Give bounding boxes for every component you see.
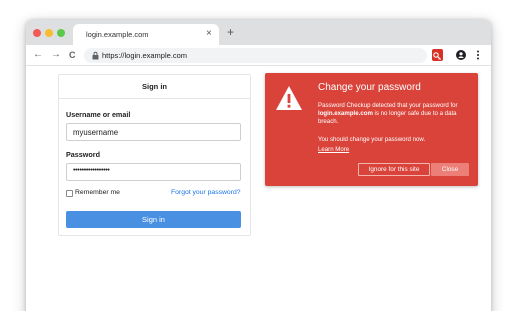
alert-domain: login.example.com [318, 109, 373, 117]
url-text: https://login.example.com [102, 51, 188, 60]
menu-kebab-icon[interactable] [476, 50, 480, 60]
alert-title: Change your password [318, 82, 421, 93]
new-tab-button[interactable]: + [227, 23, 234, 41]
username-field[interactable]: myusername [66, 123, 241, 141]
tab-close-icon[interactable]: × [206, 27, 212, 41]
tab-title: login.example.com [86, 30, 149, 39]
profile-icon[interactable] [456, 50, 466, 60]
password-key-icon[interactable] [432, 49, 443, 61]
username-label: Username or email [66, 110, 131, 119]
back-arrow-icon[interactable]: ← [33, 47, 43, 63]
minimize-window-dot[interactable] [45, 29, 53, 37]
browser-toolbar: ← → C https://login.example.com [26, 45, 491, 66]
alert-recommendation: You should change your password now. [318, 136, 426, 143]
close-alert-button[interactable]: Close [431, 163, 469, 176]
password-value: ••••••••••••••••• [73, 167, 110, 174]
warning-icon [276, 86, 302, 110]
remember-me-label[interactable]: Remember me [75, 189, 120, 196]
reload-icon[interactable]: C [69, 47, 76, 63]
sign-in-title: Sign in [59, 75, 250, 99]
ignore-for-site-button[interactable]: Ignore for this site [358, 163, 430, 176]
sign-in-form: Sign in Username or email myusername Pas… [58, 74, 251, 236]
remember-me-checkbox[interactable] [66, 190, 73, 197]
alert-message: Password Checkup detected that your pass… [318, 102, 473, 125]
forgot-password-link[interactable]: Forgot your password? [171, 189, 241, 196]
browser-window: login.example.com × + ← → C https://logi… [26, 20, 491, 311]
username-value: myusername [73, 128, 119, 137]
maximize-window-dot[interactable] [57, 29, 65, 37]
password-field[interactable]: ••••••••••••••••• [66, 163, 241, 181]
forward-arrow-icon[interactable]: → [51, 47, 61, 63]
alert-message-pre: Password Checkup detected that your pass… [318, 102, 458, 109]
password-breach-alert: Change your password Password Checkup de… [265, 73, 478, 186]
lock-icon [92, 51, 99, 60]
learn-more-link[interactable]: Learn More [318, 146, 349, 153]
password-label: Password [66, 150, 100, 159]
browser-tab[interactable]: login.example.com × [73, 24, 219, 45]
sign-in-button[interactable]: Sign in [66, 211, 241, 228]
address-bar[interactable]: https://login.example.com [84, 48, 427, 63]
close-window-dot[interactable] [33, 29, 41, 37]
tab-strip: login.example.com × + [26, 20, 491, 45]
